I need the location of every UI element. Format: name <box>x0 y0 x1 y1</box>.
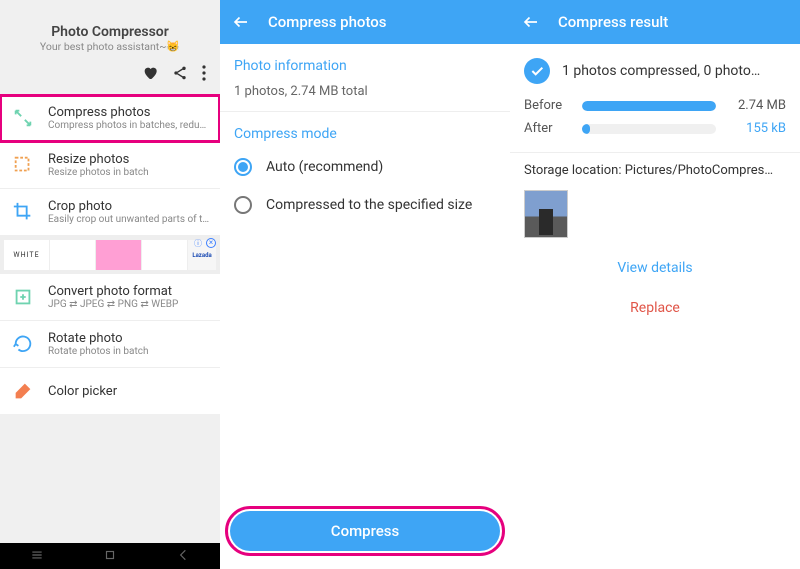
check-icon <box>524 58 550 84</box>
mode-size-label: Compressed to the specified size <box>266 197 472 213</box>
mode-auto[interactable]: Auto (recommend) <box>220 148 510 186</box>
item-title: Compress photos <box>48 105 210 120</box>
item-compress-photos[interactable]: Compress photos Compress photos in batch… <box>0 95 220 142</box>
item-title: Color picker <box>48 384 117 399</box>
radio-unchecked-icon <box>234 196 252 214</box>
back-icon[interactable] <box>232 13 250 31</box>
ad-info-icon[interactable]: ⓘ <box>194 238 202 249</box>
item-title: Rotate photo <box>48 331 148 346</box>
before-bar <box>582 101 716 111</box>
nav-back-icon[interactable] <box>176 547 190 566</box>
item-sub: Resize photos in batch <box>48 167 149 178</box>
item-title: Convert photo format <box>48 284 178 299</box>
screen-compress-settings: Compress photos Photo information 1 phot… <box>220 0 510 569</box>
mode-auto-label: Auto (recommend) <box>266 159 383 175</box>
ad-cell <box>50 240 95 270</box>
result-thumbnail[interactable] <box>524 190 568 238</box>
back-icon[interactable] <box>522 13 540 31</box>
nav-recent-icon[interactable] <box>30 547 44 566</box>
ad-cell <box>96 240 141 270</box>
photo-info-line: 1 photos, 2.74 MB total <box>220 80 510 112</box>
before-label: Before <box>524 98 572 113</box>
ad-cell: WHITE <box>4 240 49 270</box>
appbar: Compress photos <box>220 0 510 44</box>
crop-icon <box>10 199 36 225</box>
appbar-title: Compress result <box>558 13 668 31</box>
item-color-picker[interactable]: Color picker <box>0 368 220 414</box>
after-bar <box>582 124 716 134</box>
rotate-icon <box>10 331 36 357</box>
result-summary-text: 1 photos compressed, 0 photo… <box>562 63 760 79</box>
convert-icon <box>10 284 36 310</box>
result-summary-row: 1 photos compressed, 0 photo… <box>510 44 800 94</box>
before-value: 2.74 MB <box>726 98 786 113</box>
feature-list: Compress photos Compress photos in batch… <box>0 95 220 236</box>
radio-checked-icon <box>234 158 252 176</box>
android-navbar <box>0 543 220 569</box>
replace-link[interactable]: Replace <box>510 288 800 328</box>
cat-emoji: 😸 <box>166 40 180 53</box>
home-actions <box>0 61 220 95</box>
item-sub: Rotate photos in batch <box>48 346 148 357</box>
item-sub: Easily crop out unwanted parts of the… <box>48 214 210 225</box>
section-compress-mode: Compress mode <box>220 112 510 148</box>
item-title: Crop photo <box>48 199 210 214</box>
item-resize-photos[interactable]: Resize photos Resize photos in batch <box>0 142 220 189</box>
storage-location: Storage location: Pictures/PhotoCompres… <box>510 152 800 184</box>
view-details-link[interactable]: View details <box>510 248 800 288</box>
compress-icon <box>10 105 36 131</box>
item-crop-photo[interactable]: Crop photo Easily crop out unwanted part… <box>0 189 220 236</box>
mode-specified-size[interactable]: Compressed to the specified size <box>220 186 510 224</box>
after-row: After 155 kB <box>524 117 786 140</box>
item-rotate-photo[interactable]: Rotate photo Rotate photos in batch <box>0 321 220 368</box>
picker-icon <box>10 378 36 404</box>
app-title: Photo Compressor <box>8 24 212 40</box>
heart-icon[interactable] <box>142 65 158 85</box>
item-sub: JPG ⇄ JPEG ⇄ PNG ⇄ WEBP <box>48 299 178 310</box>
resize-icon <box>10 152 36 178</box>
more-icon[interactable] <box>202 65 206 85</box>
ad-cell <box>142 240 187 270</box>
home-header: Photo Compressor Your best photo assista… <box>0 0 220 61</box>
feature-list-2: Convert photo format JPG ⇄ JPEG ⇄ PNG ⇄ … <box>0 274 220 414</box>
appbar: Compress result <box>510 0 800 44</box>
app-subtitle: Your best photo assistant~😸 <box>8 40 212 53</box>
item-sub: Compress photos in batches, reduce p… <box>48 120 210 131</box>
appbar-title: Compress photos <box>268 13 387 31</box>
before-row: Before 2.74 MB <box>524 94 786 117</box>
share-icon[interactable] <box>172 65 188 85</box>
screen-compress-result: Compress result 1 photos compressed, 0 p… <box>510 0 800 569</box>
nav-home-icon[interactable] <box>103 547 117 566</box>
item-convert-format[interactable]: Convert photo format JPG ⇄ JPEG ⇄ PNG ⇄ … <box>0 274 220 321</box>
ad-banner[interactable]: WHITE Lazada ⓘ × <box>0 236 220 274</box>
screen-home: Photo Compressor Your best photo assista… <box>0 0 220 569</box>
section-photo-info: Photo information <box>220 44 510 80</box>
after-label: After <box>524 121 572 136</box>
size-bars: Before 2.74 MB After 155 kB <box>510 94 800 152</box>
after-value: 155 kB <box>726 121 786 136</box>
item-title: Resize photos <box>48 152 149 167</box>
ad-close-icon[interactable]: × <box>206 238 216 248</box>
compress-button[interactable]: Compress <box>230 511 500 551</box>
